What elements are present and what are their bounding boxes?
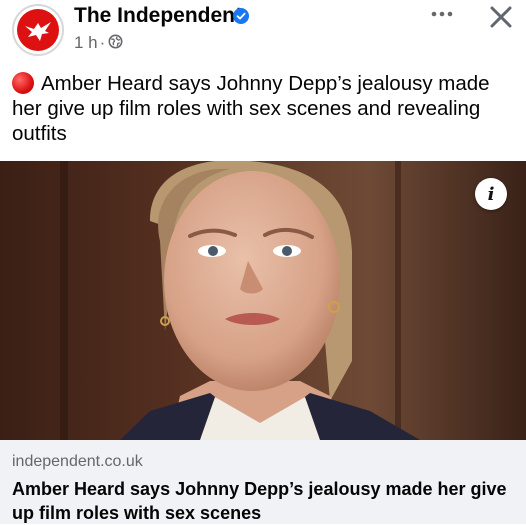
page-avatar[interactable] (12, 4, 64, 56)
info-icon[interactable]: i (475, 178, 507, 210)
caption-text: Amber Heard says Johnny Depp’s jealousy … (12, 72, 490, 145)
post-meta: 1 h · (74, 33, 107, 53)
red-circle-emoji (12, 72, 34, 94)
photo-illustration (0, 161, 526, 440)
verified-badge-icon (233, 8, 249, 24)
globe-icon[interactable] (108, 34, 123, 49)
meta-separator: · (99, 33, 106, 52)
page-name[interactable]: The Independent (74, 4, 242, 28)
link-preview[interactable]: independent.co.uk Amber Heard says Johnn… (0, 440, 526, 524)
more-options-icon[interactable] (428, 6, 456, 22)
post-header: The Independent 1 h · (0, 0, 526, 62)
post-time[interactable]: 1 h (74, 33, 98, 52)
post-caption: Amber Heard says Johnny Depp’s jealousy … (12, 71, 512, 146)
independent-eagle-logo (17, 9, 59, 51)
link-domain: independent.co.uk (12, 453, 143, 470)
post-photo[interactable] (0, 161, 526, 440)
link-title: Amber Heard says Johnny Depp’s jealousy … (12, 479, 507, 523)
close-icon[interactable] (486, 2, 516, 32)
